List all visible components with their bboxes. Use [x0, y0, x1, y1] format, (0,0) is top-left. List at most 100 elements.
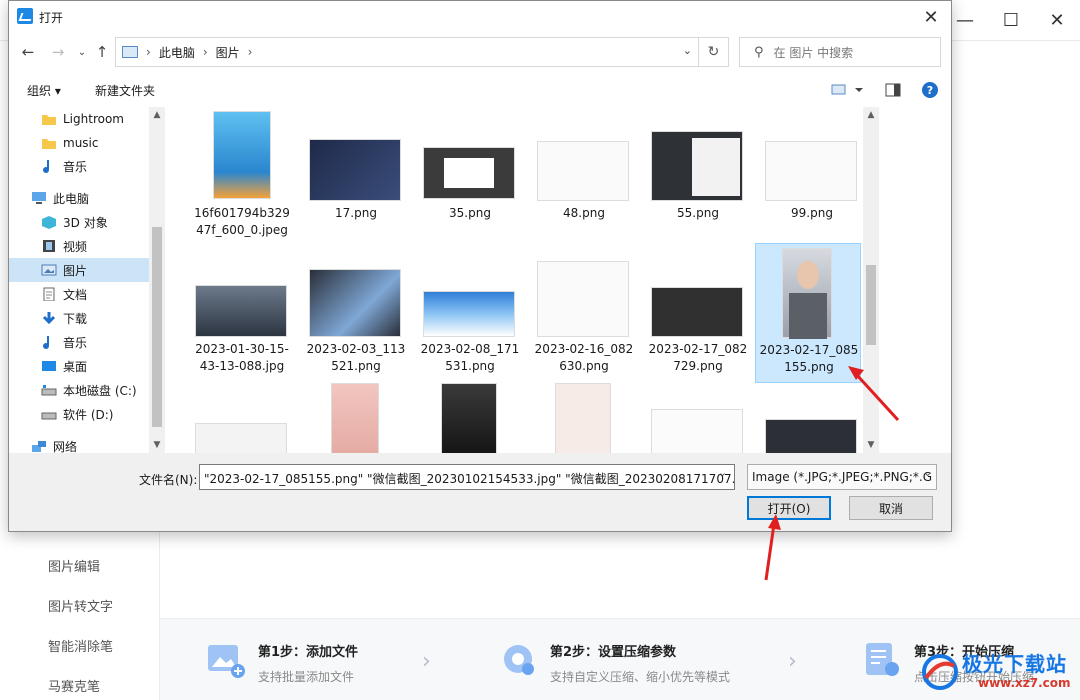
scroll-down-icon[interactable]: ▼ — [863, 437, 879, 453]
file-item[interactable]: 99.png — [759, 109, 865, 249]
file-name: 16f601794b329 — [194, 206, 290, 220]
file-thumbnail — [309, 269, 401, 337]
nav-item-3d-objects[interactable]: 3D 对象 — [9, 210, 149, 234]
file-item[interactable] — [645, 383, 751, 453]
nav-item-desktop[interactable]: 桌面 — [9, 354, 149, 378]
address-bar[interactable]: › 此电脑 › 图片 › ⌄ — [115, 37, 699, 67]
nav-item-music-folder[interactable]: music — [9, 131, 149, 155]
chevron-right-icon: › — [202, 45, 208, 59]
file-item-selected[interactable]: 2023-02-17_085 155.png — [755, 243, 861, 383]
nav-item-drive-d[interactable]: 软件 (D:) — [9, 402, 149, 426]
file-item[interactable] — [303, 383, 409, 453]
view-options-icon[interactable] — [831, 84, 865, 99]
help-icon[interactable]: ? — [921, 81, 939, 102]
refresh-icon[interactable]: ↻ — [699, 37, 729, 67]
scroll-thumb[interactable] — [152, 227, 162, 427]
watermark-logo-icon — [922, 654, 958, 690]
chevron-down-icon[interactable]: ⌄ — [683, 44, 692, 57]
nav-item-music[interactable]: 音乐 — [9, 154, 149, 178]
sidebar-item-mosaic[interactable]: 马赛克笔 — [48, 676, 100, 695]
sidebar-item-image-edit[interactable]: 图片编辑 — [48, 556, 100, 575]
file-item[interactable]: 16f601794b329 47f_600_0.jpeg — [189, 109, 295, 249]
file-item[interactable] — [189, 383, 295, 453]
cancel-button[interactable]: 取消 — [849, 496, 933, 520]
nav-item-drive-c[interactable]: 本地磁盘 (C:) — [9, 378, 149, 402]
file-thumbnail — [441, 383, 497, 453]
file-pane-scrollbar[interactable]: ▲ ▼ — [863, 107, 879, 453]
nav-item-pictures[interactable]: 图片 — [9, 258, 149, 282]
nav-item-documents[interactable]: 文档 — [9, 282, 149, 306]
breadcrumb-pictures[interactable]: 图片 — [216, 44, 240, 61]
nav-item-label: 桌面 — [63, 359, 88, 374]
file-item[interactable]: 2023-02-03_113 521.png — [303, 243, 409, 383]
chevron-down-icon[interactable]: ⌄ — [718, 466, 727, 479]
file-item[interactable]: 55.png — [645, 109, 751, 249]
file-item[interactable] — [417, 383, 523, 453]
breadcrumb-this-pc[interactable]: 此电脑 — [159, 44, 195, 61]
nav-item-video[interactable]: 视频 — [9, 234, 149, 258]
search-input[interactable]: ⚲ 在 图片 中搜索 — [739, 37, 941, 67]
file-name: 2023-02-08_171 — [420, 342, 520, 356]
file-name: 43-13-088.jpg — [199, 359, 285, 373]
nav-item-label: 视频 — [63, 239, 88, 254]
scroll-down-icon[interactable]: ▼ — [149, 437, 165, 453]
file-list-pane: 16f601794b329 47f_600_0.jpeg 17.png 35.p… — [167, 107, 881, 453]
file-item[interactable]: 2023-02-08_171 531.png — [417, 243, 523, 383]
back-arrow-icon[interactable]: ← — [17, 41, 39, 63]
nav-item-downloads[interactable]: 下载 — [9, 306, 149, 330]
nav-item-this-pc[interactable]: 此电脑 — [9, 186, 149, 210]
file-name: 521.png — [331, 359, 381, 373]
nav-item-lightroom[interactable]: Lightroom — [9, 107, 149, 131]
scroll-up-icon[interactable]: ▲ — [863, 107, 879, 123]
forward-arrow-icon[interactable]: → — [47, 41, 69, 63]
nav-pane-scrollbar[interactable]: ▲ ▼ — [149, 107, 165, 453]
new-folder-button[interactable]: 新建文件夹 — [95, 82, 155, 99]
maximize-icon[interactable]: ☐ — [988, 0, 1034, 40]
file-item[interactable]: 17.png — [303, 109, 409, 249]
close-icon[interactable]: ✕ — [917, 3, 945, 31]
preview-pane-icon[interactable] — [885, 83, 901, 100]
file-item[interactable]: 2023-02-17_082 729.png — [645, 243, 751, 383]
nav-item-network[interactable]: 网络 — [9, 434, 149, 453]
open-button[interactable]: 打开(O) — [747, 496, 831, 520]
file-thumbnail — [765, 141, 857, 201]
file-item[interactable]: 2023-02-16_082 630.png — [531, 243, 637, 383]
watermark-url: www.xz7.com — [978, 676, 1071, 690]
file-item[interactable]: 35.png — [417, 109, 523, 249]
chevron-down-icon[interactable]: ⌄ — [71, 41, 93, 63]
file-item[interactable]: 2023-01-30-15- 43-13-088.jpg — [189, 243, 295, 383]
up-arrow-icon[interactable]: ↑ — [91, 41, 113, 63]
filename-input[interactable]: "2023-02-17_085155.png" "微信截图_2023010215… — [199, 464, 735, 490]
nav-item-label: 音乐 — [63, 335, 88, 350]
close-icon[interactable]: ✕ — [1034, 0, 1080, 40]
add-image-icon — [206, 639, 246, 679]
scroll-up-icon[interactable]: ▲ — [149, 107, 165, 123]
file-name: 48.png — [563, 206, 605, 220]
nav-item-label: 下载 — [63, 311, 88, 326]
documents-icon — [43, 287, 55, 301]
sidebar-item-image-to-text[interactable]: 图片转文字 — [48, 596, 113, 615]
file-item[interactable] — [531, 383, 637, 453]
nav-item-music-2[interactable]: 音乐 — [9, 330, 149, 354]
step-title: 第2步：设置压缩参数 — [550, 645, 677, 660]
dialog-title: 打开 — [39, 11, 64, 25]
file-thumbnail — [213, 111, 271, 199]
scroll-thumb[interactable] — [866, 265, 876, 345]
file-name: 155.png — [784, 360, 834, 374]
watermark: 极光下载站 www.xz7.com — [918, 640, 1080, 700]
step-title: 第1步：添加文件 — [258, 645, 359, 660]
file-thumbnail — [537, 261, 629, 337]
chevron-down-icon[interactable]: ⌄ — [923, 466, 932, 479]
file-name: 2023-02-16_082 — [534, 342, 634, 356]
chevron-right-icon: › — [146, 45, 151, 59]
file-item[interactable] — [759, 383, 865, 453]
open-file-dialog: 打开 ✕ ← → ⌄ ↑ › 此电脑 › 图片 › ⌄ ↻ ⚲ 在 图片 中搜索… — [8, 0, 952, 532]
nav-item-label: music — [63, 136, 99, 150]
nav-item-label: 图片 — [63, 263, 88, 278]
compress-file-icon — [862, 639, 902, 679]
file-name: 2023-01-30-15- — [195, 342, 289, 356]
file-item[interactable]: 48.png — [531, 109, 637, 249]
organize-button[interactable]: 组织 ▾ — [27, 82, 61, 99]
sidebar-item-eraser[interactable]: 智能消除笔 — [48, 636, 113, 655]
file-type-select[interactable]: Image (*.JPG;*.JPEG;*.PNG;*.G — [747, 464, 937, 490]
